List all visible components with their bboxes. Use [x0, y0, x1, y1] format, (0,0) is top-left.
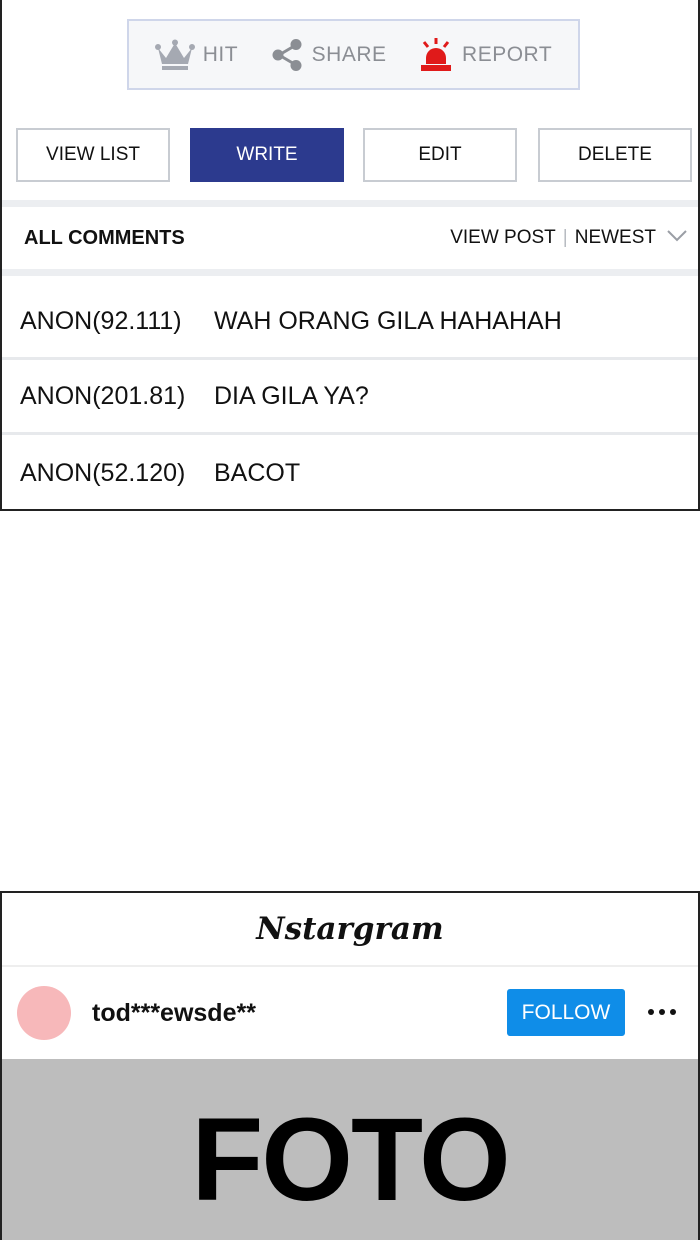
sort-divider: |: [562, 227, 568, 248]
comment-text: WAH ORANG GILA HAHAHAH: [214, 307, 562, 335]
forum-post-footer: HIT SHARE REPORT VIEW LIST WRITE EDIT DE…: [0, 0, 700, 511]
avatar[interactable]: [17, 986, 71, 1040]
section-divider: [2, 200, 698, 207]
app-title: Nstargram: [2, 893, 698, 967]
post-header: tod***ewsde** FOLLOW: [2, 969, 698, 1057]
report-label: REPORT: [462, 42, 553, 66]
comment-text: DIA GILA YA?: [214, 382, 369, 410]
comment-author: ANON(52.120): [20, 458, 186, 487]
report-button[interactable]: REPORT: [418, 37, 552, 73]
siren-icon: [418, 37, 454, 73]
comment-row: ANON(201.81) DIA GILA YA?: [2, 361, 698, 435]
comments-title: ALL COMMENTS: [24, 226, 185, 249]
follow-button[interactable]: FOLLOW: [507, 989, 625, 1036]
hit-button[interactable]: HIT: [154, 39, 239, 71]
delete-button[interactable]: DELETE: [538, 128, 692, 182]
chevron-down-icon[interactable]: [666, 227, 688, 249]
post-button-row: VIEW LIST WRITE EDIT DELETE: [16, 128, 692, 182]
section-divider: [2, 269, 698, 276]
write-button[interactable]: WRITE: [190, 128, 344, 182]
comment-row: ANON(92.111) WAH ORANG GILA HAHAHAH: [2, 286, 698, 360]
share-label: SHARE: [311, 42, 387, 66]
comment-author: ANON(92.111): [20, 307, 182, 335]
crown-icon: [154, 39, 195, 71]
share-button[interactable]: SHARE: [270, 38, 387, 72]
edit-button[interactable]: EDIT: [363, 128, 517, 182]
post-action-bar: HIT SHARE REPORT: [127, 19, 580, 90]
username[interactable]: tod***ewsde**: [92, 999, 256, 1028]
share-icon: [270, 38, 304, 72]
hit-label: HIT: [202, 42, 239, 66]
sort-select[interactable]: NEWEST: [575, 227, 656, 249]
post-photo[interactable]: FOTO: [2, 1059, 698, 1240]
view-list-button[interactable]: VIEW LIST: [16, 128, 170, 182]
view-post-link[interactable]: VIEW POST: [450, 227, 556, 249]
social-photo-post: Nstargram tod***ewsde** FOLLOW FOTO: [0, 891, 700, 1240]
comment-sort-controls: VIEW POST | NEWEST: [450, 227, 688, 249]
more-horizontal-icon[interactable]: [648, 1003, 676, 1021]
comment-row: ANON(52.120) BACOT: [2, 436, 698, 510]
comment-author: ANON(201.81): [20, 382, 186, 410]
comments-header: ALL COMMENTS VIEW POST | NEWEST: [2, 207, 698, 269]
comment-text: BACOT: [214, 458, 301, 487]
photo-placeholder-label: FOTO: [191, 1094, 511, 1226]
